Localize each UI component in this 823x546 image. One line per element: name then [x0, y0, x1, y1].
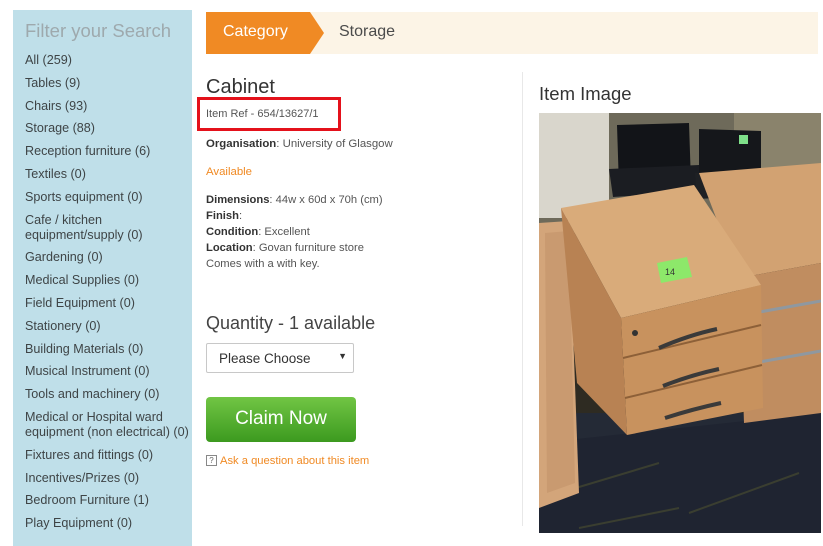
quantity-title: Quantity - 1 available [206, 313, 376, 333]
item-image-title: Item Image [539, 83, 632, 104]
quantity-select[interactable]: Please Choose ▼ [206, 343, 354, 373]
filter-title: Filter your Search [25, 20, 171, 41]
location-line: Location: Govan furniture store [206, 242, 364, 254]
dimensions-line: Dimensions: 44w x 60d x 70h (cm) [206, 194, 383, 206]
item-image[interactable]: 14 [539, 113, 821, 533]
filter-item-stationery[interactable]: Stationery (0) [25, 319, 190, 334]
dimensions-value: : 44w x 60d x 70h (cm) [269, 194, 383, 206]
filter-item-incentives-prizes[interactable]: Incentives/Prizes (0) [25, 471, 190, 486]
dimensions-label: Dimensions [206, 194, 270, 206]
filter-item-play-equipment[interactable]: Play Equipment (0) [25, 516, 190, 531]
filter-item-textiles[interactable]: Textiles (0) [25, 167, 190, 182]
column-divider [522, 72, 523, 526]
filter-list: All (259) Tables (9) Chairs (93) Storage… [25, 53, 190, 539]
filter-item-chairs[interactable]: Chairs (93) [25, 99, 190, 114]
filter-item-tools-machinery[interactable]: Tools and machinery (0) [25, 387, 190, 402]
filter-item-tables[interactable]: Tables (9) [25, 76, 190, 91]
question-icon: ? [206, 455, 217, 466]
filter-item-medical-supplies[interactable]: Medical Supplies (0) [25, 273, 190, 288]
finish-label: Finish [206, 210, 239, 222]
ask-question-link[interactable]: ? Ask a question about this item [206, 455, 369, 467]
quantity-select-value: Please Choose [219, 351, 311, 366]
filter-item-bedroom-furniture[interactable]: Bedroom Furniture (1) [25, 493, 190, 508]
claim-now-button[interactable]: Claim Now [206, 397, 356, 442]
filter-item-cafe-kitchen[interactable]: Cafe / kitchen equipment/supply (0) [25, 213, 190, 243]
item-note: Comes with a with key. [206, 258, 320, 270]
filter-item-fixtures-fittings[interactable]: Fixtures and fittings (0) [25, 448, 190, 463]
condition-value: : Excellent [258, 226, 310, 238]
finish-value: : [238, 210, 243, 222]
location-label: Location [206, 242, 253, 254]
filter-item-building-materials[interactable]: Building Materials (0) [25, 342, 190, 357]
breadcrumb-category[interactable]: Category [206, 12, 324, 54]
organisation-label: Organisation [206, 138, 277, 150]
condition-line: Condition: Excellent [206, 226, 310, 238]
location-value: : Govan furniture store [252, 242, 364, 254]
filter-item-gardening[interactable]: Gardening (0) [25, 250, 190, 265]
breadcrumb: Category Storage [206, 12, 818, 54]
breadcrumb-current: Storage [339, 23, 396, 40]
organisation-value: : University of Glasgow [276, 138, 393, 150]
organisation-line: Organisation: University of Glasgow [206, 138, 393, 150]
item-title: Cabinet [206, 76, 275, 98]
ask-question-label: Ask a question about this item [220, 455, 370, 467]
caret-down-icon: ▼ [338, 351, 347, 361]
item-ref: Item Ref - 654/13627/1 [206, 108, 319, 120]
filter-item-field-equipment[interactable]: Field Equipment (0) [25, 296, 190, 311]
breadcrumb-category-label: Category [223, 23, 288, 40]
condition-label: Condition [206, 226, 259, 238]
filter-item-reception-furniture[interactable]: Reception furniture (6) [25, 144, 190, 159]
filter-item-musical-instrument[interactable]: Musical Instrument (0) [25, 364, 190, 379]
filter-item-sports-equipment[interactable]: Sports equipment (0) [25, 190, 190, 205]
filter-item-medical-hospital[interactable]: Medical or Hospital ward equipment (non … [25, 410, 190, 440]
finish-line: Finish: [206, 210, 242, 222]
cabinet-photo: 14 [539, 113, 821, 533]
status-badge: Available [206, 166, 253, 178]
filter-sidebar: Filter your Search All (259) Tables (9) … [13, 10, 192, 546]
filter-item-storage[interactable]: Storage (88) [25, 121, 190, 136]
filter-item-all[interactable]: All (259) [25, 53, 190, 68]
claim-now-label: Claim Now [235, 408, 327, 429]
sticker-text: 14 [665, 267, 675, 277]
